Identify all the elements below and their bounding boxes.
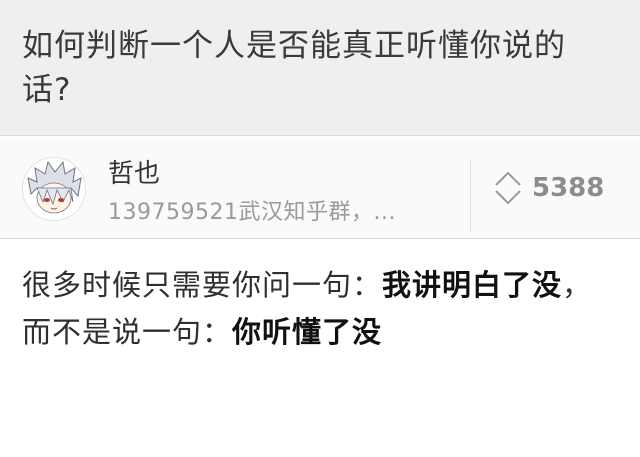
author-bio: 139759521武汉知乎群，...	[108, 200, 396, 225]
vote-count[interactable]: 5388	[532, 171, 604, 205]
author-avatar[interactable]	[22, 157, 86, 221]
answer-author-bar[interactable]: 哲也 139759521武汉知乎群，... 5388	[0, 137, 640, 239]
question-header: 如何判断一个人是否能真正听懂你说的话?	[0, 0, 640, 136]
answer-text-4-bold: 你听懂了没	[232, 315, 383, 349]
question-title[interactable]: 如何判断一个人是否能真正听懂你说的话?	[22, 24, 582, 112]
vote-divider	[470, 161, 471, 231]
author-name[interactable]: 哲也	[108, 157, 160, 191]
answer-body: 很多时候只需要你问一句：我讲明白了没，而不是说一句：你听懂了没	[22, 262, 622, 356]
answer-text-1: 很多时候只需要你问一句：	[22, 268, 383, 302]
anime-avatar-icon	[23, 158, 85, 220]
answer-text-2-bold: 我讲明白了没	[382, 268, 563, 302]
updown-arrows-icon[interactable]	[493, 168, 523, 208]
